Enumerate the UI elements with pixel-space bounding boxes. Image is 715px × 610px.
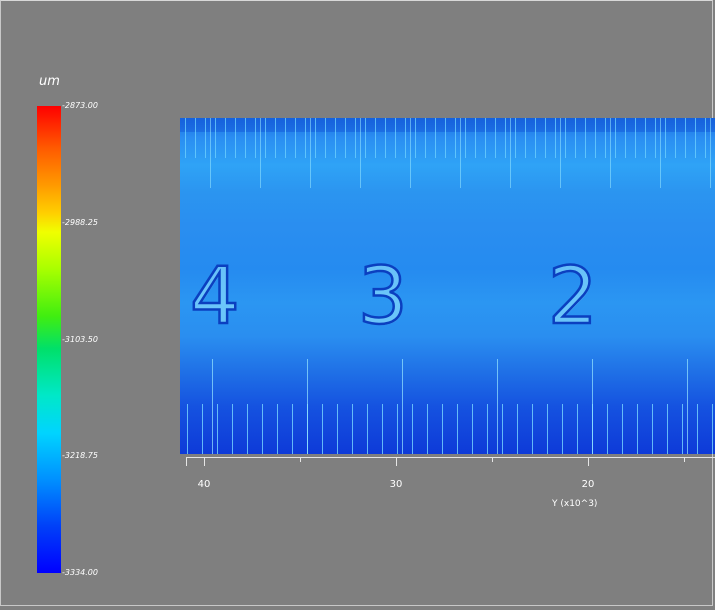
engraved-numeral-4: 4 — [189, 252, 241, 342]
y-axis-minor-tick — [492, 457, 493, 462]
colorbar-label-2: -2988.25 — [62, 218, 98, 227]
height-map-surface[interactable]: 4 3 2 — [180, 118, 715, 454]
colorbar — [37, 106, 61, 573]
y-axis-tick-40 — [204, 457, 205, 466]
y-axis-tick-30 — [396, 457, 397, 466]
ruler-bottom-long-ticks — [180, 359, 715, 454]
y-axis-tick-20 — [588, 457, 589, 466]
colorbar-max-label: -2873.00 — [62, 101, 98, 110]
y-axis-minor-tick — [684, 457, 685, 462]
y-axis-title: Y (x10^3) — [552, 499, 598, 509]
ruler-top-long-ticks — [180, 118, 715, 188]
engraved-numeral-3: 3 — [357, 252, 409, 342]
y-axis-label-30: 30 — [389, 479, 403, 490]
y-axis-line — [186, 457, 715, 458]
colorbar-min-label: -3334.00 — [62, 568, 98, 577]
engraved-numeral-2: 2 — [547, 252, 599, 342]
colorbar-unit-label: um — [39, 74, 60, 89]
y-axis-label-40: 40 — [197, 479, 211, 490]
y-axis-tick — [186, 457, 187, 466]
y-axis-label-20: 20 — [581, 479, 595, 490]
colorbar-label-3: -3103.50 — [62, 335, 98, 344]
y-axis-minor-tick — [300, 457, 301, 462]
colorbar-label-4: -3218.75 — [62, 451, 98, 460]
